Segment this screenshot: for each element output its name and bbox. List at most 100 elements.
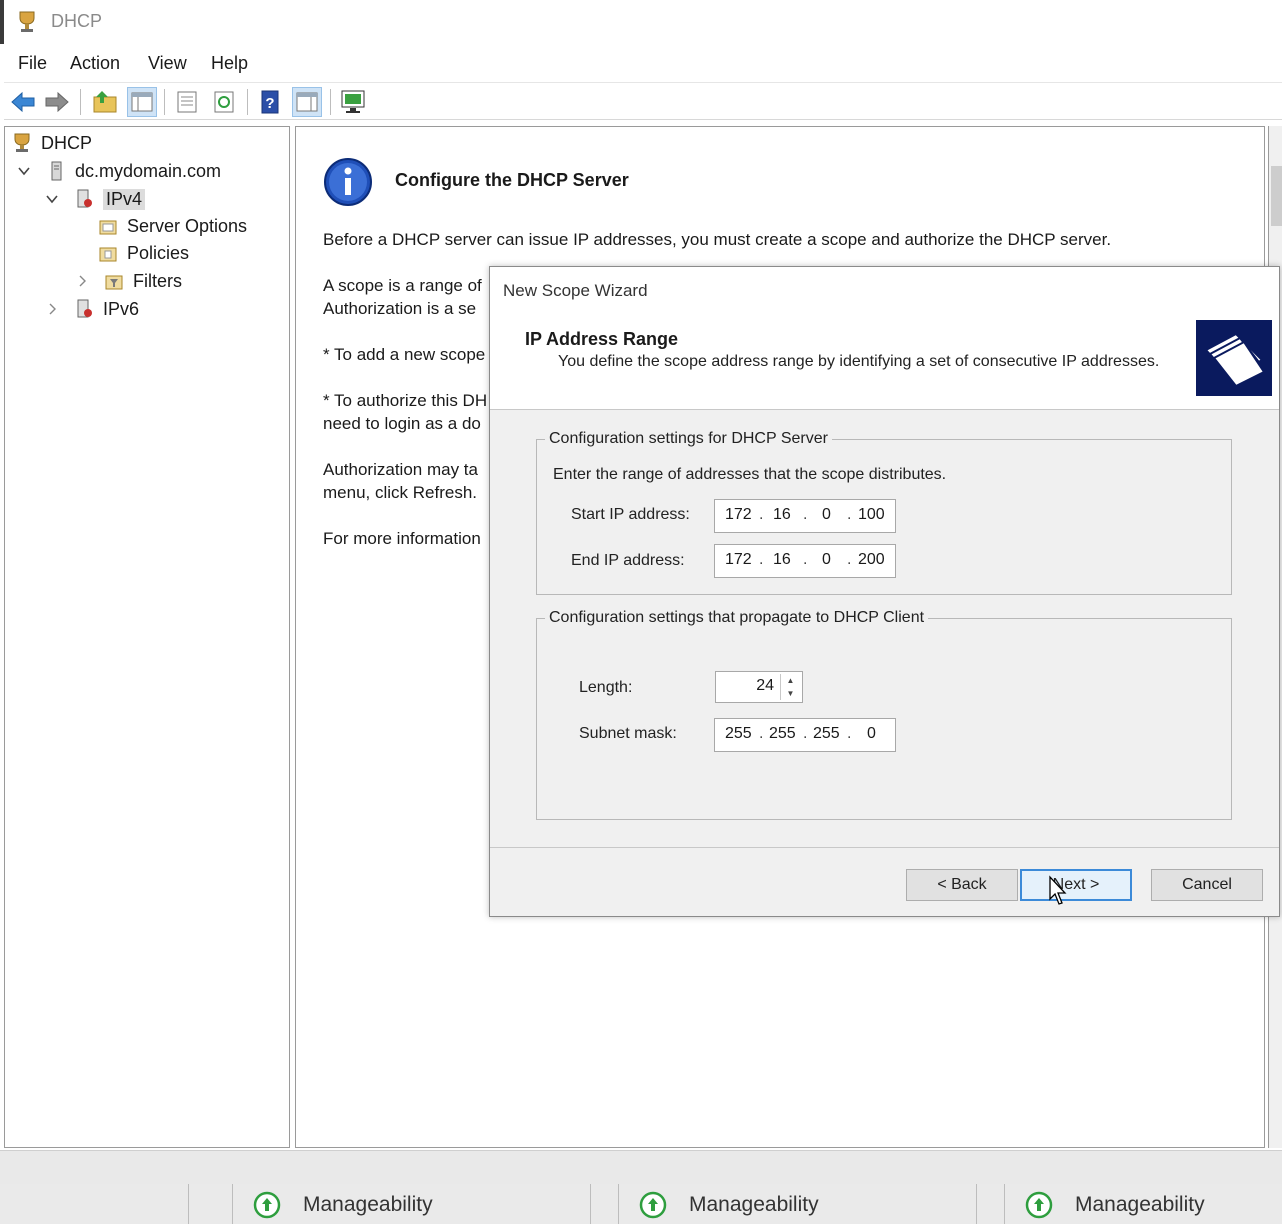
content-line: Before a DHCP server can issue IP addres…	[323, 230, 1112, 249]
scrollbar-thumb[interactable]	[1271, 166, 1282, 226]
subnet-mask-input[interactable]: 255 . 255 . 255 . 0	[714, 718, 896, 752]
wizard-badge	[1196, 320, 1272, 396]
back-arrow-icon[interactable]	[8, 87, 38, 117]
tree-label: dc.mydomain.com	[75, 160, 222, 181]
ip-octet[interactable]: 255	[813, 725, 840, 743]
title-bar: DHCP	[0, 0, 1282, 44]
server-options-icon	[99, 220, 117, 235]
manageability-tile-2[interactable]: Manageability	[618, 1184, 976, 1224]
tree-label: Server Options	[127, 215, 248, 236]
properties-icon[interactable]	[172, 87, 202, 117]
chevron-right-icon[interactable]	[45, 302, 59, 316]
chevron-right-icon[interactable]	[75, 274, 89, 288]
ip-octet[interactable]: 0	[822, 551, 831, 569]
tree-item-server-options[interactable]: Server Options	[97, 213, 247, 239]
content-line: need to login as a do	[323, 414, 481, 433]
status-bar	[0, 1150, 1282, 1184]
manageability-tile-3[interactable]: Manageability	[1004, 1184, 1282, 1224]
length-value[interactable]: 24	[756, 677, 774, 695]
stepper-up-icon[interactable]: ▲	[781, 674, 800, 687]
length-label: Length:	[579, 679, 633, 696]
tile-label: Manageability	[303, 1193, 433, 1216]
next-button[interactable]: Next >	[1020, 869, 1132, 901]
manageability-ok-icon	[639, 1191, 667, 1219]
tree-label: Filters	[133, 270, 182, 291]
ip-octet[interactable]: 0	[867, 725, 876, 743]
stepper-arrows[interactable]: ▲ ▼	[780, 674, 800, 700]
tree-label: Policies	[127, 242, 190, 263]
refresh-icon[interactable]	[209, 87, 239, 117]
ip-octet[interactable]: 16	[773, 506, 791, 524]
ip-octet[interactable]: 16	[773, 551, 791, 569]
client-settings-group: Configuration settings that propagate to…	[536, 609, 1232, 820]
end-ip-label: End IP address:	[571, 552, 685, 569]
content-line: * To add a new scope	[323, 345, 486, 364]
console-monitor-icon[interactable]	[338, 87, 368, 117]
ip-octet[interactable]: 100	[858, 506, 885, 524]
tree-item-server[interactable]: dc.mydomain.com	[17, 158, 221, 184]
tree-item-filters[interactable]: Filters	[75, 268, 182, 294]
chevron-down-icon[interactable]	[45, 192, 59, 206]
menu-help[interactable]: Help	[211, 53, 248, 74]
info-icon	[324, 158, 372, 206]
configure-title: Configure the DHCP Server	[395, 170, 629, 190]
wizard-header: New Scope Wizard IP Address Range You de…	[490, 267, 1279, 410]
range-instruction: Enter the range of addresses that the sc…	[553, 466, 947, 483]
ipv6-node-icon	[77, 299, 92, 318]
tree-item-policies[interactable]: Policies	[97, 240, 189, 266]
console-tree-pane: DHCP dc.mydomain.com IPv4 Server Options…	[4, 126, 290, 1148]
show-hide-console-tree-button[interactable]	[127, 87, 157, 117]
back-button[interactable]: < Back	[906, 869, 1018, 901]
start-ip-input[interactable]: 172 . 16 . 0 . 100	[714, 499, 896, 533]
client-settings-legend: Configuration settings that propagate to…	[549, 609, 925, 626]
dhcp-app-icon	[19, 11, 35, 32]
start-ip-label: Start IP address:	[571, 506, 690, 523]
dhcp-trophy-icon	[14, 133, 30, 152]
server-manager-tiles: Manageability Manageability Manageabilit…	[0, 1184, 1282, 1224]
wizard-step-title: IP Address Range	[525, 329, 679, 349]
folder-up-icon[interactable]	[90, 87, 120, 117]
ip-octet[interactable]: 172	[725, 506, 752, 524]
window-title: DHCP	[51, 11, 103, 31]
tile-spacer	[976, 1184, 1004, 1224]
ip-octet[interactable]: 172	[725, 551, 752, 569]
content-line: For more information	[323, 529, 481, 548]
ip-octet[interactable]: 255	[725, 725, 752, 743]
wizard-footer-divider	[490, 847, 1279, 848]
tile-spacer	[590, 1184, 618, 1224]
ip-octet[interactable]: 0	[822, 506, 831, 524]
manageability-tile-1[interactable]: Manageability	[232, 1184, 590, 1224]
ip-octet[interactable]: 255	[769, 725, 796, 743]
tree-label: DHCP	[41, 132, 93, 153]
menu-view[interactable]: View	[148, 53, 187, 74]
chevron-down-icon[interactable]	[17, 164, 31, 178]
svg-text:?: ?	[265, 95, 274, 112]
tree-item-ipv6[interactable]: IPv6	[45, 296, 139, 322]
end-ip-input[interactable]: 172 . 16 . 0 . 200	[714, 544, 896, 578]
server-icon	[51, 161, 62, 181]
mouse-cursor-icon	[1049, 875, 1067, 905]
folders-icon	[1204, 332, 1266, 388]
menu-action[interactable]: Action	[70, 53, 120, 74]
wizard-step-description: You define the scope address range by id…	[558, 353, 1160, 370]
content-line: Authorization is a se	[323, 299, 477, 318]
toolbar: ?	[4, 82, 1282, 120]
stepper-down-icon[interactable]: ▼	[781, 687, 800, 700]
show-hide-action-pane-button[interactable]	[292, 87, 322, 117]
help-icon[interactable]: ?	[255, 87, 285, 117]
forward-arrow-icon[interactable]	[42, 87, 72, 117]
policies-icon	[99, 247, 117, 262]
content-line: menu, click Refresh.	[323, 483, 477, 502]
ip-octet[interactable]: 200	[858, 551, 885, 569]
menu-file[interactable]: File	[18, 53, 47, 74]
action-pane-icon	[296, 92, 318, 112]
tree-item-dhcp[interactable]: DHCP	[11, 130, 92, 156]
length-stepper[interactable]: 24 ▲ ▼	[715, 671, 803, 703]
tree-item-ipv4[interactable]: IPv4	[45, 186, 146, 212]
manageability-ok-icon	[1025, 1191, 1053, 1219]
cancel-button[interactable]: Cancel	[1151, 869, 1263, 901]
server-settings-legend: Configuration settings for DHCP Server	[549, 430, 828, 447]
content-line: Authorization may ta	[323, 460, 478, 479]
tile-label: Manageability	[689, 1193, 819, 1216]
new-scope-wizard-dialog: New Scope Wizard IP Address Range You de…	[489, 266, 1280, 917]
